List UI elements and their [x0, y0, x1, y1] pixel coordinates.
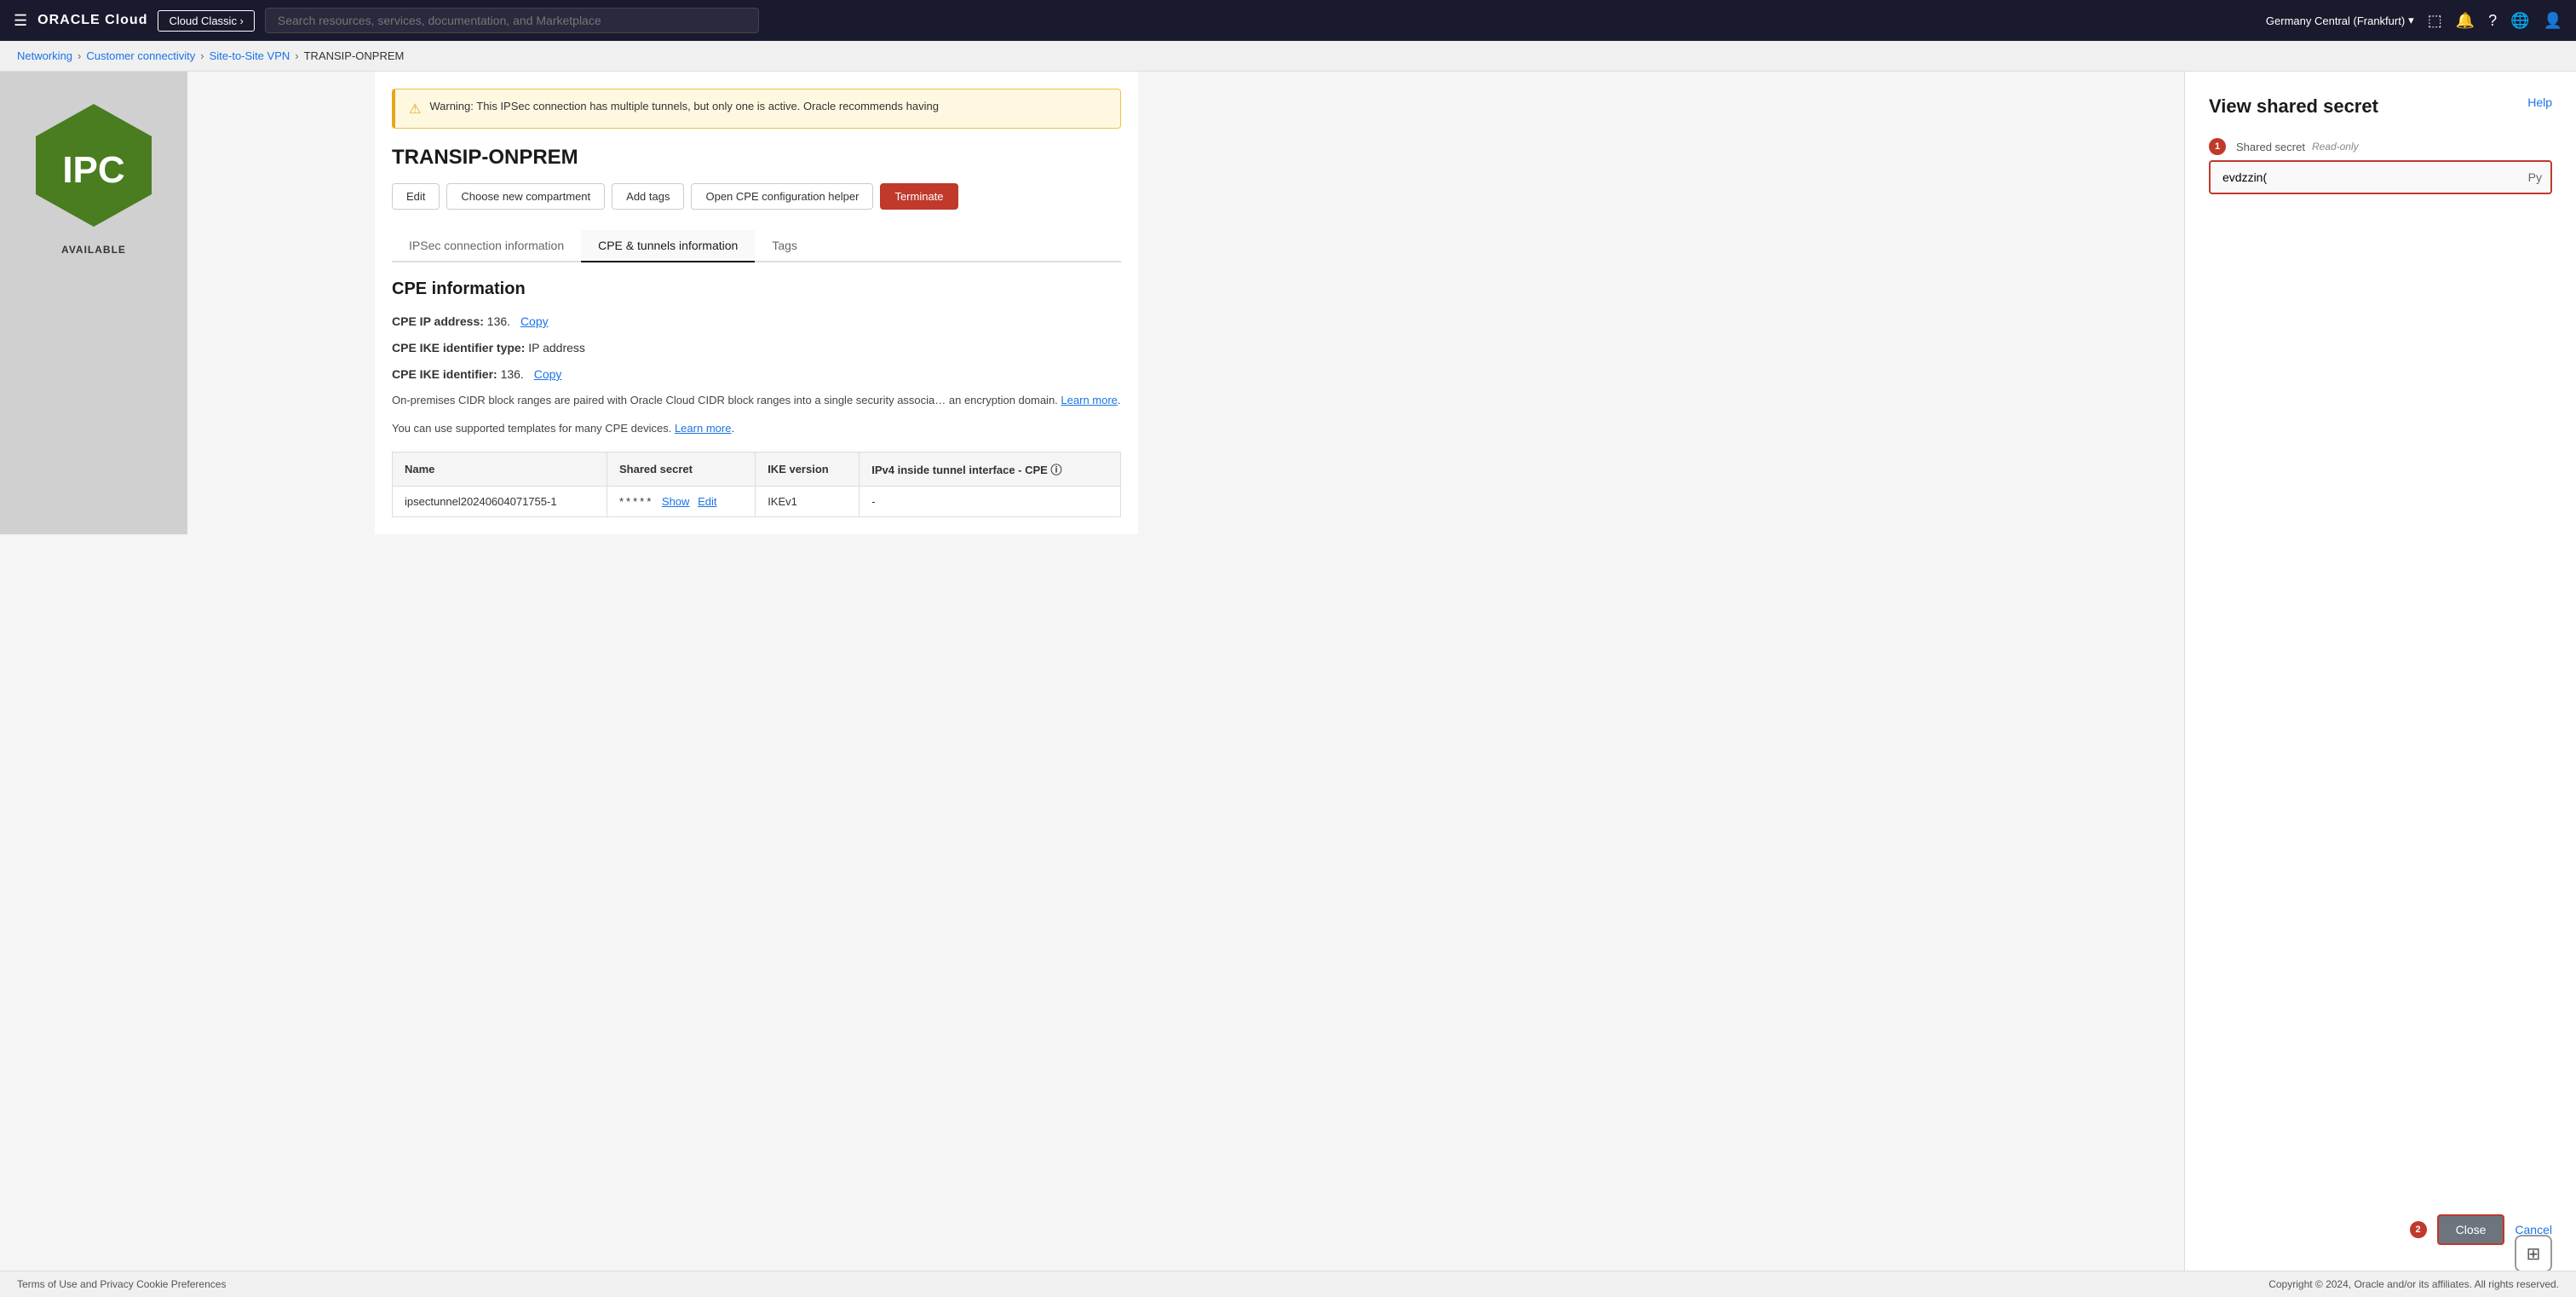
- left-panel: IPC AVAILABLE ⚠ Warning: This IPSec conn…: [0, 72, 2184, 1296]
- cpe-ike-type-row: CPE IKE identifier type: IP address: [392, 339, 1121, 357]
- ipc-status-label: AVAILABLE: [61, 244, 126, 256]
- shared-secret-field-label: 1 Shared secret Read-only: [2209, 138, 2552, 155]
- warning-text: Warning: This IPSec connection has multi…: [429, 100, 939, 112]
- tabs: IPSec connection information CPE & tunne…: [392, 230, 1121, 262]
- cpe-description-2: You can use supported templates for many…: [392, 420, 1121, 438]
- content-area: ⚠ Warning: This IPSec connection has mul…: [375, 72, 1138, 534]
- right-panel: View shared secret Help 1 Shared secret …: [2184, 72, 2576, 1296]
- cpe-ip-value: 136.: [487, 314, 510, 328]
- breadcrumb-networking[interactable]: Networking: [17, 49, 72, 62]
- cloud-classic-button[interactable]: Cloud Classic ›: [158, 10, 254, 32]
- region-chevron-icon: ▾: [2408, 14, 2414, 27]
- breadcrumb-customer-connectivity[interactable]: Customer connectivity: [86, 49, 195, 62]
- hamburger-menu-icon[interactable]: ☰: [14, 12, 27, 30]
- user-icon[interactable]: 👤: [2544, 12, 2562, 30]
- terminate-button[interactable]: Terminate: [880, 183, 957, 210]
- step1-badge: 1: [2209, 138, 2226, 155]
- learn-more-link-2[interactable]: Learn more: [675, 422, 731, 435]
- table-header-shared-secret: Shared secret: [607, 452, 755, 486]
- warning-banner: ⚠ Warning: This IPSec connection has mul…: [392, 89, 1121, 129]
- left-content: IPC AVAILABLE ⚠ Warning: This IPSec conn…: [0, 72, 2184, 534]
- region-label: Germany Central (Frankfurt): [2266, 14, 2405, 27]
- secret-suffix: Py: [2528, 170, 2542, 184]
- cpe-ike-id-row: CPE IKE identifier: 136. Copy: [392, 366, 1121, 383]
- warning-icon: ⚠: [409, 101, 421, 118]
- terms-link[interactable]: Terms of Use and Privacy: [17, 1278, 134, 1290]
- code-icon[interactable]: ⬚: [2428, 12, 2442, 30]
- action-buttons: Edit Choose new compartment Add tags Ope…: [392, 183, 1121, 210]
- step2-badge: 2: [2410, 1221, 2427, 1238]
- tunnel-secret-dots: *****: [619, 495, 653, 508]
- breadcrumb-separator-3: ›: [295, 49, 298, 62]
- cpe-ike-type-label: CPE IKE identifier type:: [392, 341, 525, 355]
- tunnel-show-link[interactable]: Show: [662, 495, 690, 508]
- cpe-ip-copy-link[interactable]: Copy: [520, 314, 549, 328]
- tunnel-shared-secret-cell: ***** Show Edit: [607, 486, 755, 516]
- edit-button[interactable]: Edit: [392, 183, 440, 210]
- secret-input-wrapper: Py: [2209, 160, 2552, 194]
- cpe-ike-id-copy-link[interactable]: Copy: [534, 367, 562, 381]
- shared-secret-input[interactable]: [2211, 162, 2550, 193]
- main-layout: IPC AVAILABLE ⚠ Warning: This IPSec conn…: [0, 72, 2576, 1296]
- page-footer: Terms of Use and Privacy Cookie Preferen…: [0, 1271, 2576, 1297]
- svg-text:IPC: IPC: [62, 149, 124, 191]
- cpe-ike-type-value: IP address: [528, 341, 585, 355]
- oracle-logo: ORACLE Cloud: [37, 13, 147, 28]
- tunnel-ike-version: IKEv1: [756, 486, 860, 516]
- breadcrumb-site-to-site-vpn[interactable]: Site-to-Site VPN: [210, 49, 290, 62]
- cpe-description-1: On-premises CIDR block ranges are paired…: [392, 392, 1121, 410]
- breadcrumb: Networking › Customer connectivity › Sit…: [0, 41, 2576, 72]
- tab-tags[interactable]: Tags: [755, 230, 814, 262]
- tunnel-edit-link[interactable]: Edit: [698, 495, 716, 508]
- resource-title: TRANSIP-ONPREM: [392, 146, 1121, 170]
- field-label-text: Shared secret: [2236, 141, 2305, 153]
- tunnels-table: Name Shared secret IKE version IPv4 insi…: [392, 452, 1121, 517]
- breadcrumb-separator-2: ›: [200, 49, 204, 62]
- search-input[interactable]: [265, 8, 759, 33]
- tab-cpe[interactable]: CPE & tunnels information: [581, 230, 755, 262]
- breadcrumb-current: TRANSIP-ONPREM: [304, 49, 405, 62]
- panel-header: View shared secret Help: [2209, 95, 2552, 118]
- close-button[interactable]: Close: [2437, 1214, 2505, 1245]
- region-selector[interactable]: Germany Central (Frankfurt) ▾: [2266, 14, 2414, 27]
- cpe-ike-id-label: CPE IKE identifier:: [392, 367, 497, 381]
- breadcrumb-separator-1: ›: [78, 49, 81, 62]
- cpe-ip-label: CPE IP address:: [392, 314, 484, 328]
- footer-right: Copyright © 2024, Oracle and/or its affi…: [2268, 1278, 2559, 1290]
- open-cpe-button[interactable]: Open CPE configuration helper: [691, 183, 873, 210]
- top-navigation: ☰ ORACLE Cloud Cloud Classic › Germany C…: [0, 0, 2576, 41]
- cpe-section-title: CPE information: [392, 280, 1121, 299]
- help-icon[interactable]: ?: [2488, 12, 2497, 30]
- ipc-hexagon-icon: IPC: [26, 97, 162, 233]
- read-only-badge: Read-only: [2312, 141, 2359, 153]
- table-row: ipsectunnel20240604071755-1 ***** Show E…: [393, 486, 1121, 516]
- panel-title: View shared secret: [2209, 95, 2378, 118]
- table-header-ike-version: IKE version: [756, 452, 860, 486]
- add-tags-button[interactable]: Add tags: [612, 183, 684, 210]
- tunnel-name: ipsectunnel20240604071755-1: [393, 486, 607, 516]
- table-header-ipv4-interface: IPv4 inside tunnel interface - CPE ⓘ: [860, 452, 1120, 486]
- learn-more-link-1[interactable]: Learn more: [1061, 394, 1117, 406]
- table-header-name: Name: [393, 452, 607, 486]
- cookie-link[interactable]: Cookie Preferences: [136, 1278, 226, 1290]
- panel-help-link[interactable]: Help: [2527, 95, 2552, 109]
- globe-icon[interactable]: 🌐: [2510, 12, 2529, 30]
- cpe-ike-id-value: 136.: [501, 367, 524, 381]
- nav-right-area: Germany Central (Frankfurt) ▾ ⬚ 🔔 ? 🌐 👤: [2266, 12, 2562, 30]
- footer-left: Terms of Use and Privacy Cookie Preferen…: [17, 1278, 226, 1290]
- cpe-ip-row: CPE IP address: 136. Copy: [392, 313, 1121, 331]
- choose-compartment-button[interactable]: Choose new compartment: [446, 183, 605, 210]
- bell-icon[interactable]: 🔔: [2456, 12, 2475, 30]
- tunnel-ipv4-interface: -: [860, 486, 1120, 516]
- help-widget[interactable]: ⊞: [2515, 1235, 2552, 1272]
- ipc-sidebar: IPC AVAILABLE: [0, 72, 187, 534]
- tab-ipsec[interactable]: IPSec connection information: [392, 230, 581, 262]
